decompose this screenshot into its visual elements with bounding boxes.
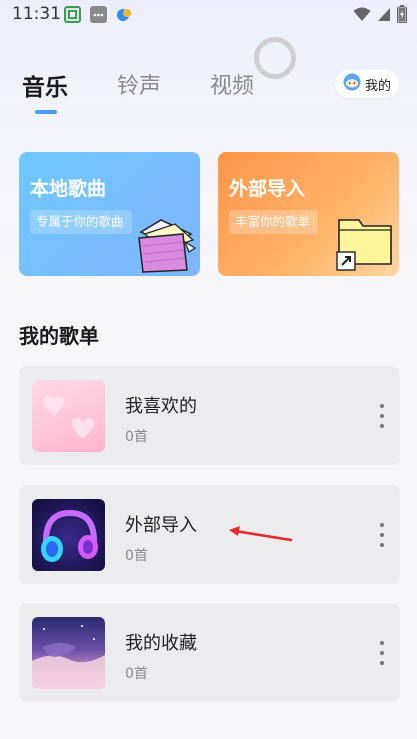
playlist-name: 我的收藏 xyxy=(125,633,197,654)
my-playlists-title: 我的歌单 xyxy=(19,324,99,348)
more-options-icon[interactable] xyxy=(378,641,386,665)
hearts-cover-image xyxy=(32,380,105,452)
playlist-name: 我喜欢的 xyxy=(125,396,197,417)
playlist-item-collection[interactable]: 我的收藏 0首 xyxy=(19,603,400,702)
status-right xyxy=(353,5,407,27)
playlist-item-favorites[interactable]: 我喜欢的 0首 xyxy=(19,366,400,465)
sky-cover-image xyxy=(32,617,105,689)
status-time: 11:31 xyxy=(12,4,61,24)
signal-icon xyxy=(377,6,391,26)
tab-ringtone[interactable]: 铃声 xyxy=(117,68,161,100)
local-songs-title: 本地歌曲 xyxy=(30,178,107,200)
loading-spinner xyxy=(254,37,296,79)
folder-icon xyxy=(135,212,197,276)
more-options-icon[interactable] xyxy=(378,404,386,428)
me-button-label: 我的 xyxy=(365,78,392,94)
annotation-arrow-icon xyxy=(225,524,295,550)
playlist-count: 0首 xyxy=(125,666,148,682)
shortcut-folder-icon xyxy=(335,214,395,276)
battery-icon xyxy=(397,5,407,27)
playlist-name: 外部导入 xyxy=(125,515,197,536)
playlist-item-external-import[interactable]: 外部导入 0首 xyxy=(19,485,400,584)
message-app-icon xyxy=(90,6,107,23)
local-songs-card[interactable]: 本地歌曲 专属于你的歌曲 xyxy=(19,152,200,276)
playlist-count: 0首 xyxy=(125,548,148,564)
avatar-icon xyxy=(343,73,361,95)
tab-video[interactable]: 视频 xyxy=(210,68,254,100)
local-songs-subtitle: 专属于你的歌曲 xyxy=(30,210,132,234)
status-bar: 11:31 xyxy=(0,0,417,28)
external-import-subtitle: 丰富你的歌单 xyxy=(229,210,319,234)
headphones-cover-image xyxy=(32,499,105,571)
gallery-app-icon xyxy=(64,6,81,23)
tab-indicator xyxy=(35,110,57,114)
tab-music[interactable]: 音乐 xyxy=(22,68,68,102)
more-options-icon[interactable] xyxy=(378,523,386,547)
playlist-count: 0首 xyxy=(125,429,148,445)
external-import-title: 外部导入 xyxy=(229,178,306,200)
me-button[interactable]: 我的 xyxy=(335,70,399,98)
wifi-icon xyxy=(353,6,371,26)
color-app-icon xyxy=(116,6,133,23)
external-import-card[interactable]: 外部导入 丰富你的歌单 xyxy=(218,152,399,276)
